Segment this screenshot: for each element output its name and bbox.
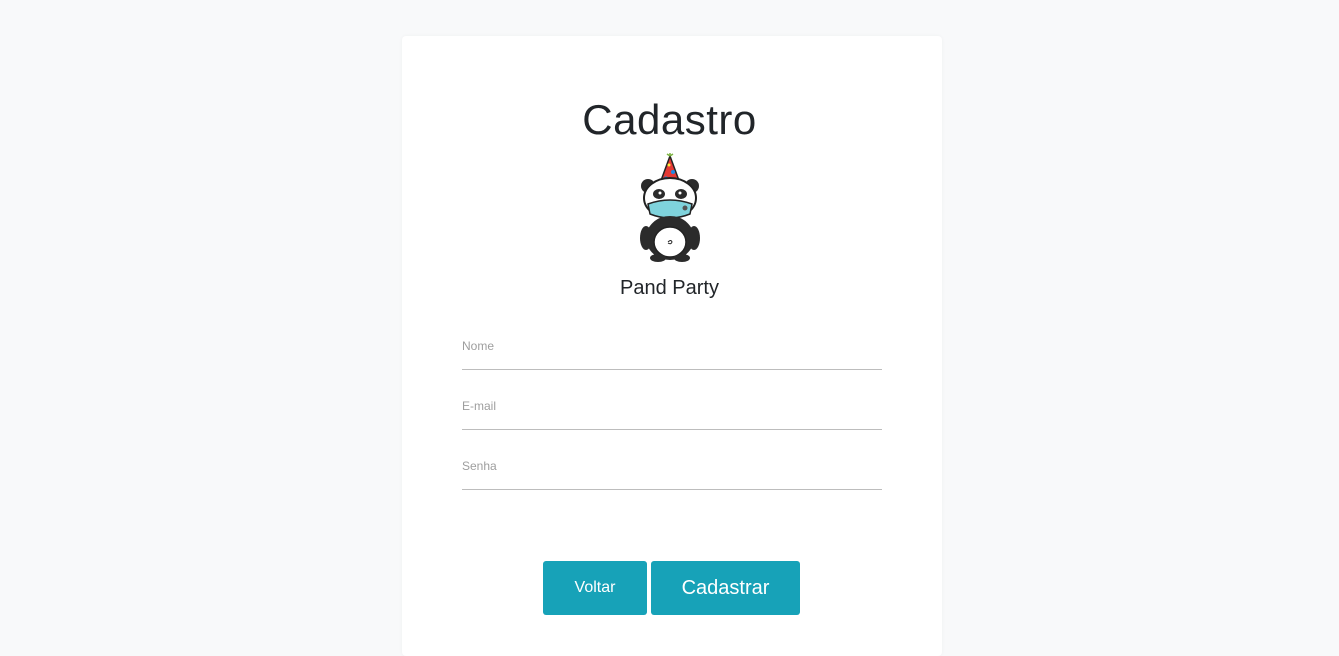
register-button[interactable]: Cadastrar xyxy=(651,561,800,615)
name-field[interactable]: Nome xyxy=(462,339,882,370)
password-field[interactable]: Senha xyxy=(462,459,882,490)
party-panda-icon-svg xyxy=(640,153,700,262)
password-input[interactable] xyxy=(462,471,882,489)
email-field[interactable]: E-mail xyxy=(462,399,882,430)
party-panda-icon xyxy=(630,152,710,264)
back-button[interactable]: Voltar xyxy=(543,561,647,615)
name-input[interactable] xyxy=(462,351,882,369)
email-input[interactable] xyxy=(462,411,882,429)
page-title: Cadastro xyxy=(582,96,757,143)
brand-name: Pand Party xyxy=(620,277,719,299)
